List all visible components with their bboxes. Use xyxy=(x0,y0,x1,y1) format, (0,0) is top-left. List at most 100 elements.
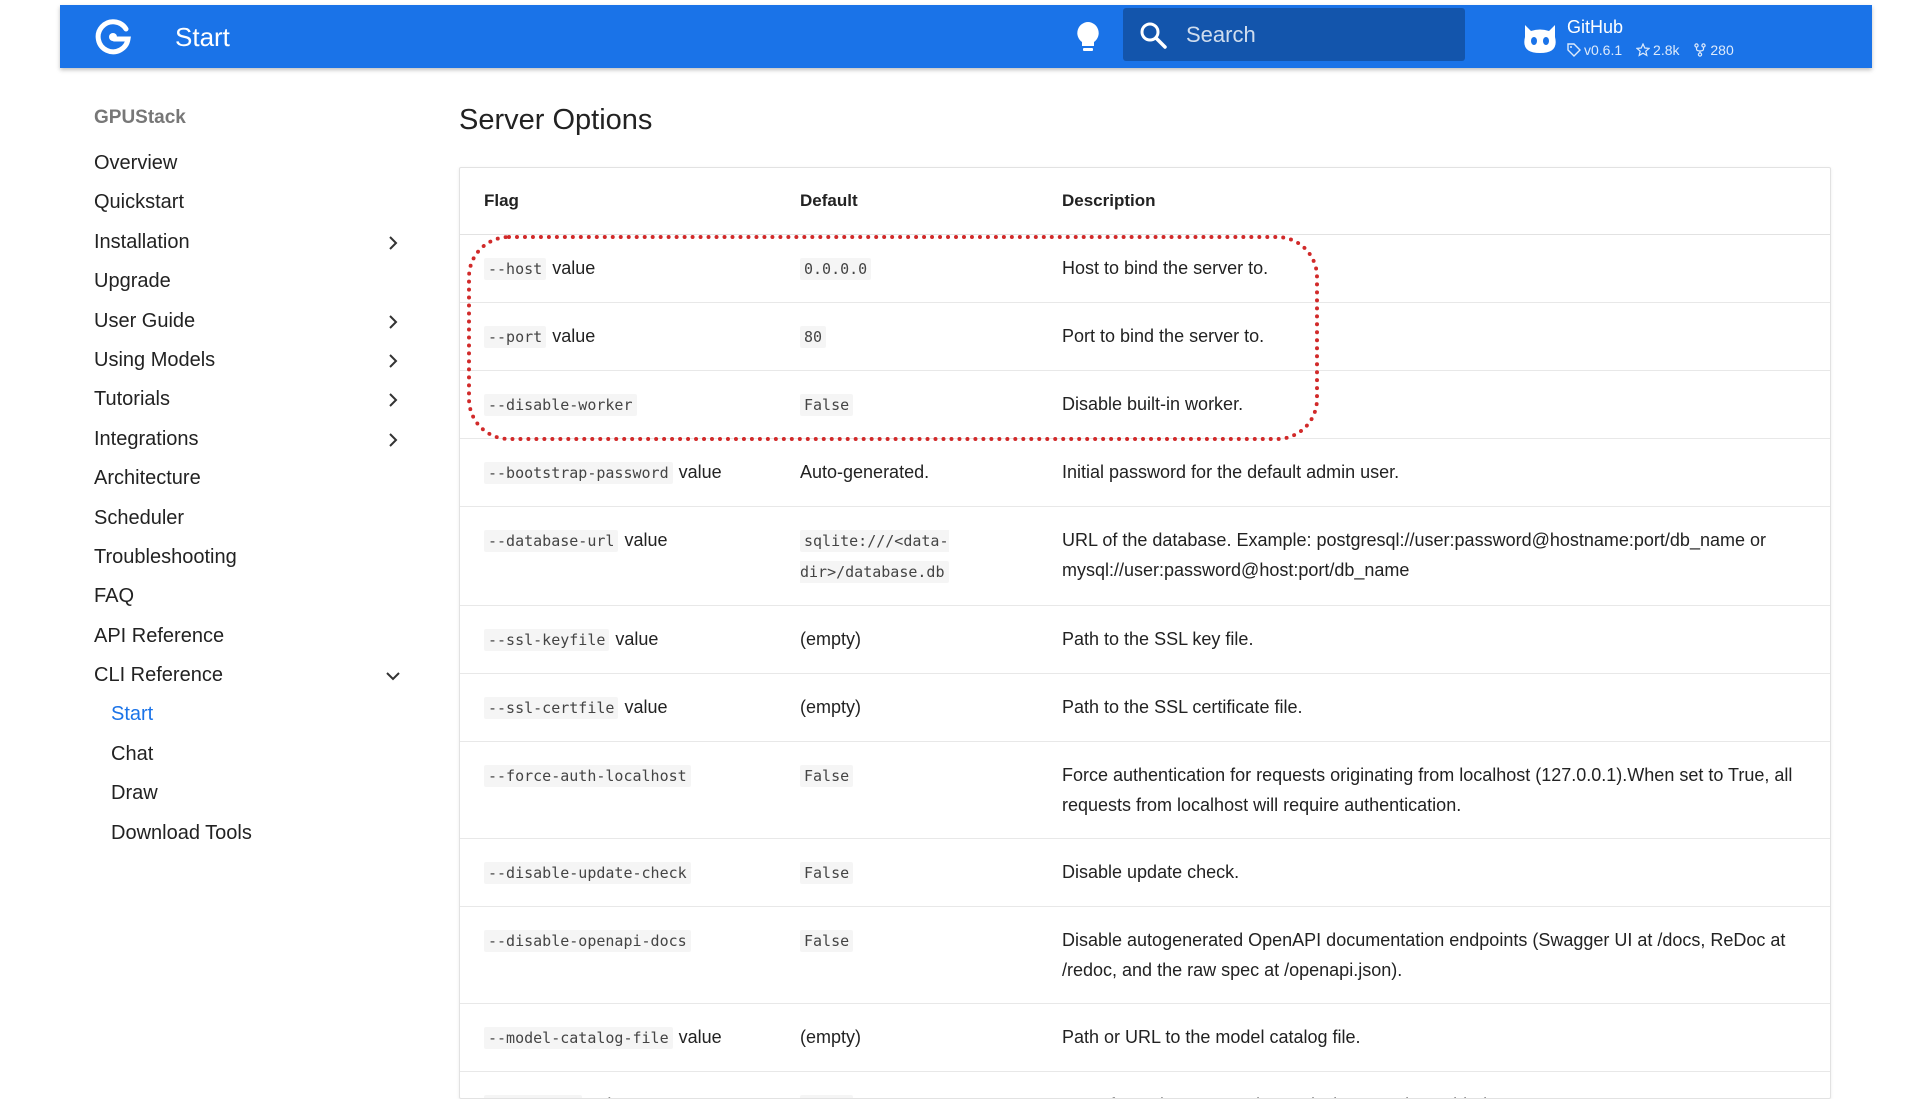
default-value: 80 xyxy=(800,326,826,348)
default-value: Auto-generated. xyxy=(800,462,929,482)
sidebar-item-label: Tutorials xyxy=(94,388,170,410)
sidebar-item-label: User Guide xyxy=(94,310,195,332)
chevron-right-icon[interactable] xyxy=(382,389,404,411)
sidebar-item-scheduler[interactable]: Scheduler xyxy=(94,499,404,538)
table-row: --database-urlvaluesqlite:///<data-dir>/… xyxy=(460,507,1830,606)
column-header-description: Description xyxy=(1038,168,1830,235)
flag-code: --database-url xyxy=(484,530,618,552)
flag-value-suffix: value xyxy=(679,1027,722,1047)
flag-code: --disable-openapi-docs xyxy=(484,930,691,952)
sidebar-item-installation[interactable]: Installation xyxy=(94,223,404,262)
sidebar-item-overview[interactable]: Overview xyxy=(94,144,404,183)
tag-icon xyxy=(1567,43,1581,57)
default-cell: (empty) xyxy=(776,674,1038,742)
table-row: --hostvalue0.0.0.0Host to bind the serve… xyxy=(460,235,1830,303)
flag-value-suffix: value xyxy=(588,1095,631,1099)
lightbulb-icon[interactable] xyxy=(1073,20,1103,54)
default-cell: sqlite:///<data-dir>/database.db xyxy=(776,507,1038,606)
page-title: Server Options xyxy=(459,102,652,138)
default-cell: 80 xyxy=(776,303,1038,371)
flag-value-suffix: value xyxy=(615,629,658,649)
sidebar-item-label: Troubleshooting xyxy=(94,546,237,568)
description-cell: Port to bind the server to. xyxy=(1038,303,1830,371)
description-cell: Path to the SSL key file. xyxy=(1038,606,1830,674)
sidebar-item-tutorials[interactable]: Tutorials xyxy=(94,380,404,419)
sidebar-item-label: Overview xyxy=(94,152,177,174)
description-cell: Disable built-in worker. xyxy=(1038,371,1830,439)
repo-name: GitHub xyxy=(1567,16,1623,38)
default-value: (empty) xyxy=(800,1027,861,1047)
table-row: --disable-workerFalseDisable built-in wo… xyxy=(460,371,1830,439)
default-value: False xyxy=(800,862,853,884)
sidebar-item-api-reference[interactable]: API Reference xyxy=(94,617,404,656)
sidebar-item-cli-reference[interactable]: CLI Reference xyxy=(94,656,404,695)
sidebar-subitem-label: Download Tools xyxy=(111,822,252,844)
description-cell: Path or URL to the model catalog file. xyxy=(1038,1004,1830,1072)
chevron-right-icon[interactable] xyxy=(382,350,404,372)
flag-code: --host xyxy=(484,258,546,280)
table-row: --model-catalog-filevalue(empty)Path or … xyxy=(460,1004,1830,1072)
default-cell: (empty) xyxy=(776,606,1038,674)
table-row: --bootstrap-passwordvalueAuto-generated.… xyxy=(460,439,1830,507)
sidebar-subitem-label: Draw xyxy=(111,782,158,804)
description-cell: Initial password for the default admin u… xyxy=(1038,439,1830,507)
chevron-down-icon[interactable] xyxy=(382,665,404,687)
star-icon xyxy=(1636,43,1650,57)
flag-cell: --disable-openapi-docs xyxy=(460,907,776,1004)
default-cell: False xyxy=(776,742,1038,839)
sidebar-item-label: Architecture xyxy=(94,467,201,489)
description-cell: Port of Ray (GCS server). Used when Ray … xyxy=(1038,1072,1830,1099)
description-cell: Host to bind the server to. xyxy=(1038,235,1830,303)
column-header-default: Default xyxy=(776,168,1038,235)
chevron-right-icon[interactable] xyxy=(382,311,404,333)
sidebar-subitem-download-tools[interactable]: Download Tools xyxy=(94,814,404,853)
sidebar-item-integrations[interactable]: Integrations xyxy=(94,420,404,459)
header-title: Start xyxy=(175,21,230,53)
default-value: False xyxy=(800,765,853,787)
table-row: --ray-portvalue40096Port of Ray (GCS ser… xyxy=(460,1072,1830,1099)
repo-forks: 280 xyxy=(1693,41,1733,59)
table-row: --disable-update-check False Disable updat… xyxy=(460,839,1830,907)
sidebar-item-label: API Reference xyxy=(94,625,224,647)
gpustack-logo-icon[interactable] xyxy=(93,17,133,57)
flag-code: --ssl-certfile xyxy=(484,697,618,719)
sidebar-item-faq[interactable]: FAQ xyxy=(94,577,404,616)
github-repo-link[interactable]: GitHub v0.6.1 2.8k 280 xyxy=(1521,11,1771,61)
repo-version-text: v0.6.1 xyxy=(1584,41,1622,59)
flag-cell: --hostvalue xyxy=(460,235,776,303)
chevron-right-icon[interactable] xyxy=(382,232,404,254)
repo-forks-text: 280 xyxy=(1710,41,1733,59)
sidebar-subitem-draw[interactable]: Draw xyxy=(94,774,404,813)
repo-stars: 2.8k xyxy=(1636,41,1679,59)
sidebar-item-user-guide[interactable]: User Guide xyxy=(94,302,404,341)
flag-cell: --ssl-certfilevalue xyxy=(460,674,776,742)
table-row: --ssl-keyfilevalue(empty)Path to the SSL… xyxy=(460,606,1830,674)
github-icon xyxy=(1521,21,1559,55)
table-row: --disable-openapi-docsFalseDisable autog… xyxy=(460,907,1830,1004)
sidebar-subitem-chat[interactable]: Chat xyxy=(94,735,404,774)
flag-value-suffix: value xyxy=(552,326,595,346)
flag-cell: --ssl-keyfilevalue xyxy=(460,606,776,674)
table-row: --portvalue 80 Port to bind the server to. xyxy=(460,303,1830,371)
flag-code: --ray-port xyxy=(484,1095,582,1099)
flag-code: --disable-update-check xyxy=(484,862,691,884)
search-box[interactable]: Search xyxy=(1123,8,1465,61)
sidebar-item-troubleshooting[interactable]: Troubleshooting xyxy=(94,538,404,577)
description-cell: Force authentication for requests origin… xyxy=(1038,742,1830,839)
repo-stars-text: 2.8k xyxy=(1653,41,1679,59)
search-placeholder: Search xyxy=(1186,22,1256,48)
flag-code: --force-auth-localhost xyxy=(484,765,691,787)
description-cell: Disable update check. xyxy=(1038,839,1830,907)
flag-cell: --portvalue xyxy=(460,303,776,371)
sidebar-subitem-start[interactable]: Start xyxy=(94,695,404,734)
search-icon xyxy=(1139,21,1167,49)
chevron-right-icon[interactable] xyxy=(382,429,404,451)
sidebar-item-architecture[interactable]: Architecture xyxy=(94,459,404,498)
options-table: Flag Default Description --hostvalue0.0.… xyxy=(460,168,1830,1099)
sidebar-item-upgrade[interactable]: Upgrade xyxy=(94,262,404,301)
sidebar-item-label: FAQ xyxy=(94,585,134,607)
sidebar-item-quickstart[interactable]: Quickstart xyxy=(94,183,404,222)
sidebar-item-label: CLI Reference xyxy=(94,664,223,686)
sidebar-item-using-models[interactable]: Using Models xyxy=(94,341,404,380)
repo-facts: v0.6.1 2.8k 280 xyxy=(1567,41,1744,61)
